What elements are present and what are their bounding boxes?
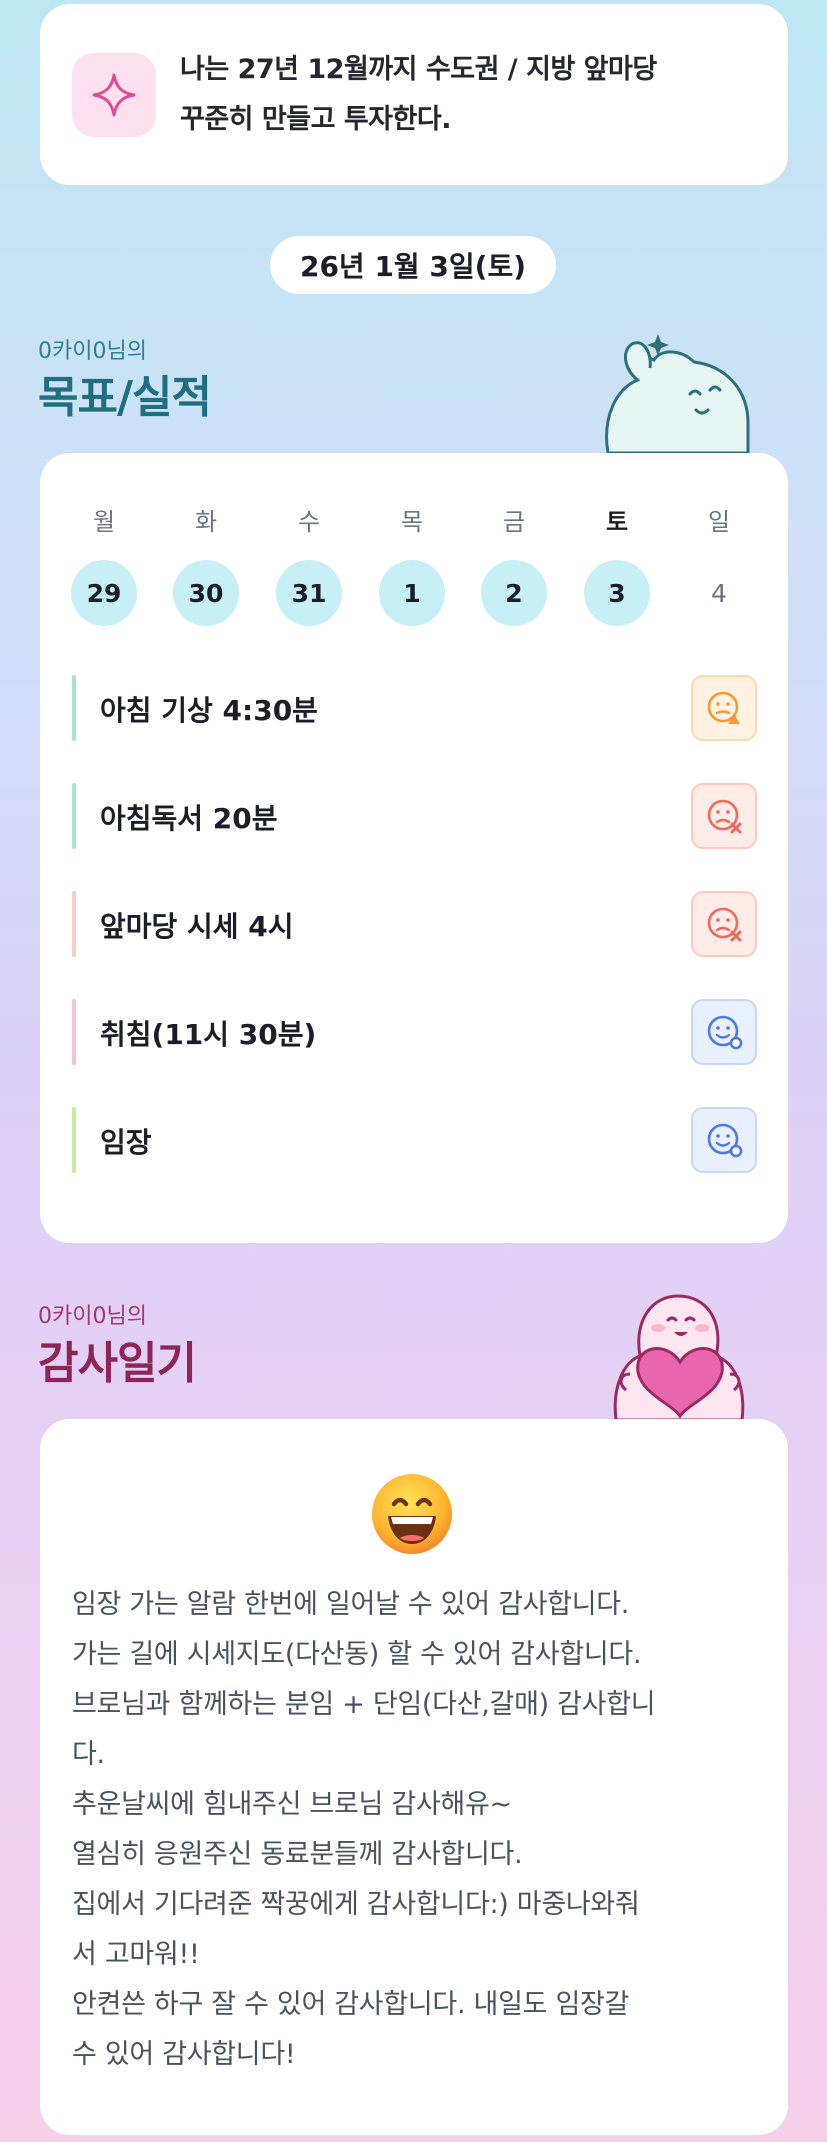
weekday-label: 월: [92, 508, 116, 536]
habit-label: 아침 기상 4:30분: [100, 694, 318, 727]
diary-text: 임장 가는 알람 한번에 일어날 수 있어 감사합니다. 가는 길에 시세지도(…: [72, 1589, 656, 2070]
warning-face-icon[interactable]: [691, 675, 757, 741]
sparkle-icon: [72, 52, 156, 137]
fail-face-icon[interactable]: [691, 891, 757, 957]
habit-row[interactable]: 아침 기상 4:30분: [72, 675, 757, 741]
habit-row[interactable]: 아침독서 20분: [72, 783, 757, 849]
mascot-wave-icon: [605, 334, 750, 453]
date-circle[interactable]: 4: [686, 560, 752, 626]
date-circle[interactable]: 30: [173, 560, 239, 626]
goal-card: 나는 27년 12월까지 수도권 / 지방 앞마당 꾸준히 만들고 투자한다.: [40, 4, 788, 185]
habit-label: 임장: [100, 1126, 152, 1159]
success-face-icon[interactable]: [691, 999, 757, 1065]
goal-text: 나는 27년 12월까지 수도권 / 지방 앞마당 꾸준히 만들고 투자한다.: [180, 45, 657, 145]
habit-label: 앞마당 시세 4시: [100, 910, 294, 943]
habit-color-bar: [72, 999, 76, 1065]
habit-row[interactable]: 취침(11시 30분): [72, 999, 757, 1065]
habit-color-bar: [72, 783, 76, 849]
weekday-label-today: 토: [605, 508, 629, 536]
goal-line-1: 나는 27년 12월까지 수도권 / 지방 앞마당: [180, 53, 657, 85]
success-face-icon[interactable]: [691, 1107, 757, 1173]
grinning-face-icon: [372, 1474, 452, 1554]
date-pill[interactable]: 26년 1월 3일(토): [270, 236, 556, 294]
weekday-label: 화: [194, 508, 218, 536]
habit-color-bar: [72, 675, 76, 741]
diary-title: 감사일기: [38, 1338, 197, 1389]
goal-line-2: 꾸준히 만들고 투자한다.: [180, 103, 451, 135]
weekday-label: 수: [297, 508, 321, 536]
date-circle-today[interactable]: 3: [584, 560, 650, 626]
weekday-label: 일: [707, 508, 731, 536]
habit-color-bar: [72, 1107, 76, 1173]
habit-row[interactable]: 임장: [72, 1107, 757, 1173]
mascot-heart-icon: [613, 1294, 745, 1420]
fail-face-icon[interactable]: [691, 783, 757, 849]
weekday-label: 금: [502, 508, 526, 536]
tracker-title: 목표/실적: [38, 372, 212, 423]
habit-row[interactable]: 앞마당 시세 4시: [72, 891, 757, 957]
habit-label: 아침독서 20분: [100, 802, 278, 835]
diary-owner: 0카이0님의: [38, 1304, 147, 1329]
weekday-label: 목: [400, 508, 424, 536]
date-circle[interactable]: 31: [276, 560, 342, 626]
date-circle[interactable]: 2: [481, 560, 547, 626]
habit-label: 취침(11시 30분): [100, 1018, 317, 1051]
habit-color-bar: [72, 891, 76, 957]
date-circle[interactable]: 1: [379, 560, 445, 626]
date-circle[interactable]: 29: [71, 560, 137, 626]
